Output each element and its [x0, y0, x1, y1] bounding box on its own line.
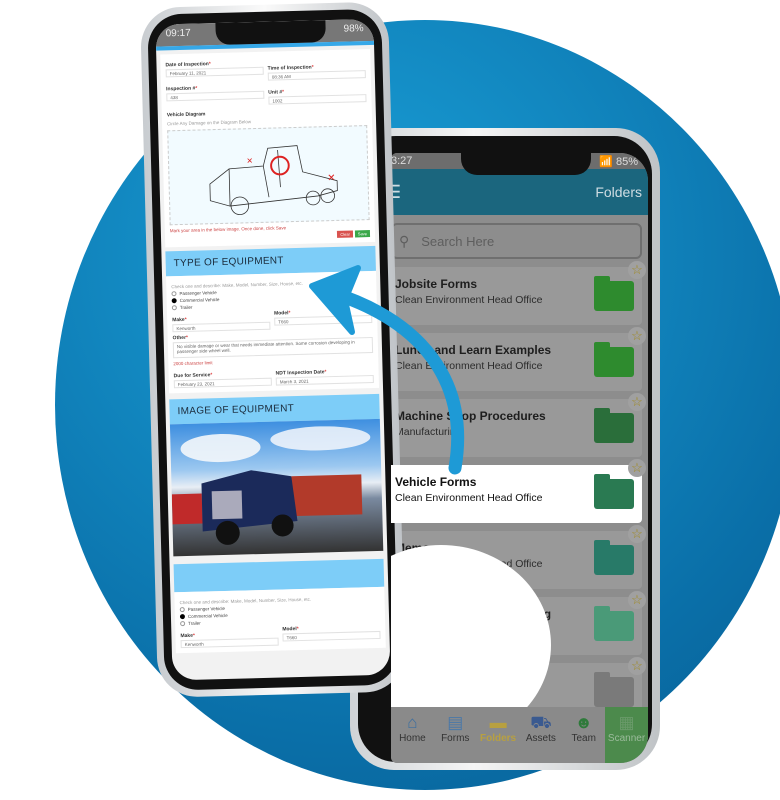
arrow-icon [309, 265, 465, 475]
